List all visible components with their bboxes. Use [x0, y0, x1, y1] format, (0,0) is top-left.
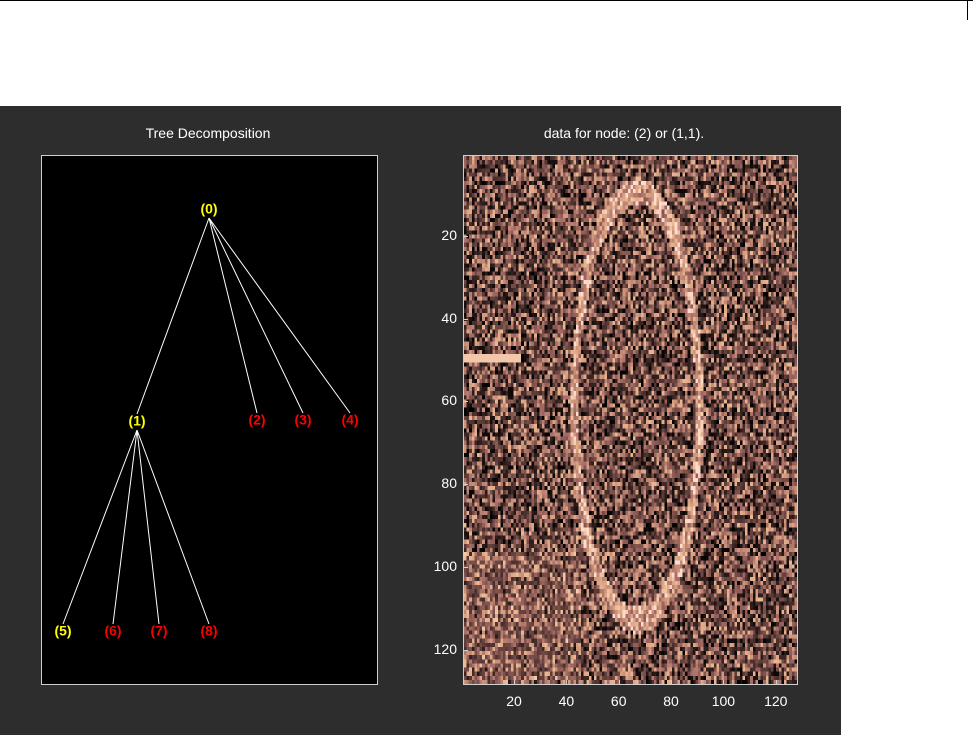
x-tick-label: 20 [506, 693, 522, 709]
x-tick-mark [723, 680, 725, 684]
y-tick-mark [464, 318, 468, 320]
tree-node-8[interactable]: (8) [200, 623, 217, 639]
image-axes[interactable] [463, 155, 798, 685]
y-tick-mark [464, 484, 468, 486]
x-tick-label: 120 [764, 693, 788, 709]
coefficient-image [464, 156, 797, 684]
y-tick-label: 60 [441, 392, 457, 409]
x-tick-mark [514, 680, 516, 684]
top-rule [0, 0, 973, 8]
x-tick-label: 100 [711, 693, 736, 709]
tree-node-2[interactable]: (2) [248, 412, 265, 428]
top-rule-tick [967, 0, 968, 20]
tree-edge-4 [62, 429, 138, 625]
y-tick-label: 40 [441, 309, 457, 326]
y-tick-mark [464, 649, 468, 651]
tree-node-0[interactable]: (0) [200, 201, 217, 217]
image-title: data for node: (2) or (1,1). [543, 125, 705, 141]
tree-edge-2 [208, 217, 304, 414]
tree-node-4[interactable]: (4) [341, 412, 358, 428]
y-tick-label: 20 [441, 226, 457, 243]
y-tick-label: 120 [433, 640, 457, 657]
tree-title: Tree Decomposition [145, 125, 271, 141]
x-tick-mark [618, 680, 620, 684]
y-tick-label: 100 [433, 557, 457, 574]
tree-edge-0 [136, 217, 210, 415]
tree-node-1[interactable]: (1) [128, 413, 145, 429]
x-tick-label: 60 [610, 693, 627, 709]
tree-node-5[interactable]: (5) [54, 623, 71, 639]
x-tick-label: 80 [663, 693, 679, 709]
tree-axes[interactable]: (0) (1) (2) (3) (4) (5) (6) (7) (8) [41, 155, 378, 685]
tree-node-7[interactable]: (7) [150, 623, 167, 639]
tree-node-6[interactable]: (6) [104, 623, 121, 639]
x-tick-mark [566, 680, 568, 684]
tree-node-3[interactable]: (3) [294, 412, 311, 428]
x-tick-label: 40 [558, 693, 575, 709]
tree-edge-1 [208, 217, 258, 414]
tree-plot: (0) (1) (2) (3) (4) (5) (6) (7) (8) [54, 201, 358, 639]
y-tick-label: 80 [441, 475, 457, 492]
y-tick-mark [464, 401, 468, 403]
x-tick-mark [775, 680, 777, 684]
tree-edge-5 [112, 429, 138, 625]
y-tick-mark [464, 566, 468, 568]
tree-edge-3 [208, 217, 351, 414]
y-tick-mark [464, 235, 468, 237]
x-tick-mark [671, 680, 673, 684]
